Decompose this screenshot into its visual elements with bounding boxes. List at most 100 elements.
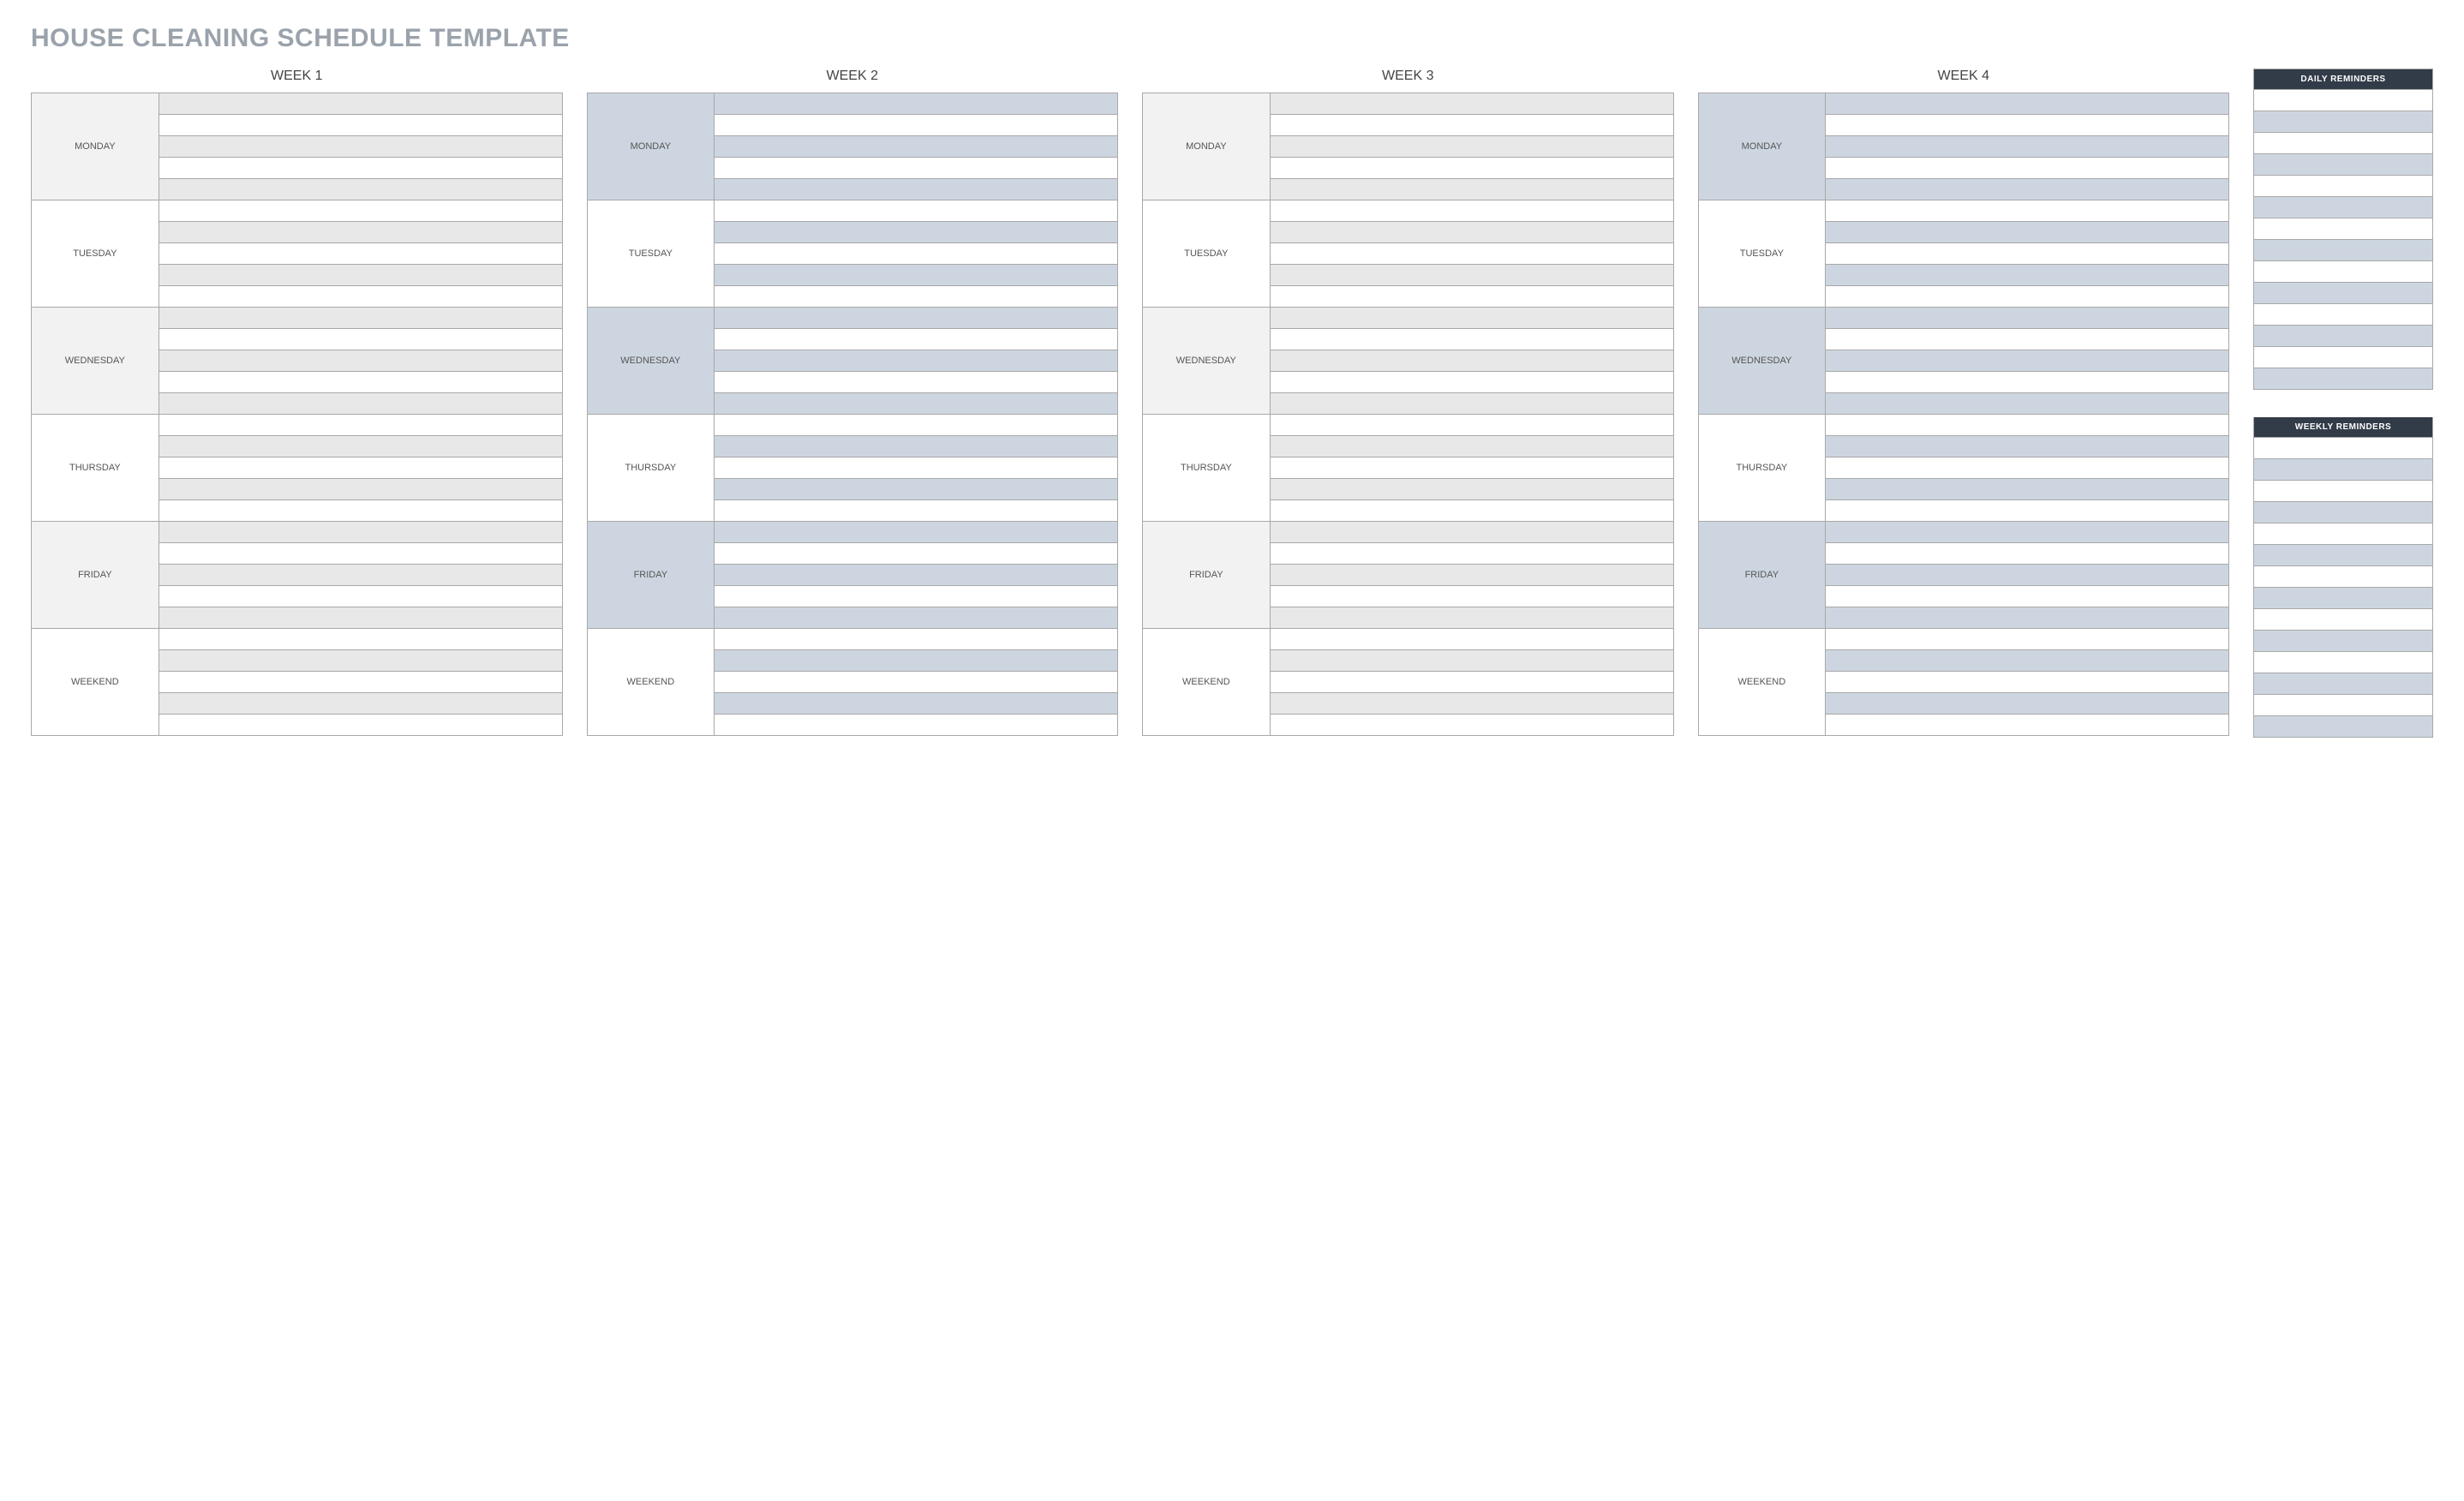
task-cell[interactable] bbox=[1270, 543, 1673, 565]
task-cell[interactable] bbox=[1826, 672, 2229, 693]
task-cell[interactable] bbox=[1270, 415, 1673, 436]
task-cell[interactable] bbox=[1826, 436, 2229, 457]
task-cell[interactable] bbox=[1826, 543, 2229, 565]
task-cell[interactable] bbox=[158, 693, 562, 715]
task-cell[interactable] bbox=[715, 329, 1118, 350]
task-cell[interactable] bbox=[715, 308, 1118, 329]
task-cell[interactable] bbox=[715, 586, 1118, 607]
reminder-row[interactable] bbox=[2254, 132, 2432, 153]
reminder-row[interactable] bbox=[2254, 218, 2432, 239]
task-cell[interactable] bbox=[1826, 93, 2229, 115]
task-cell[interactable] bbox=[1826, 329, 2229, 350]
task-cell[interactable] bbox=[158, 200, 562, 222]
task-cell[interactable] bbox=[158, 479, 562, 500]
task-cell[interactable] bbox=[158, 543, 562, 565]
task-cell[interactable] bbox=[1270, 158, 1673, 179]
task-cell[interactable] bbox=[1826, 222, 2229, 243]
task-cell[interactable] bbox=[1826, 693, 2229, 715]
task-cell[interactable] bbox=[1826, 179, 2229, 200]
task-cell[interactable] bbox=[715, 543, 1118, 565]
task-cell[interactable] bbox=[715, 393, 1118, 415]
task-cell[interactable] bbox=[715, 415, 1118, 436]
reminder-row[interactable] bbox=[2254, 501, 2432, 523]
reminder-row[interactable] bbox=[2254, 196, 2432, 218]
task-cell[interactable] bbox=[715, 158, 1118, 179]
reminder-row[interactable] bbox=[2254, 587, 2432, 608]
task-cell[interactable] bbox=[158, 179, 562, 200]
task-cell[interactable] bbox=[1270, 350, 1673, 372]
task-cell[interactable] bbox=[1826, 479, 2229, 500]
reminder-row[interactable] bbox=[2254, 544, 2432, 565]
task-cell[interactable] bbox=[715, 629, 1118, 650]
task-cell[interactable] bbox=[1826, 350, 2229, 372]
reminder-row[interactable] bbox=[2254, 111, 2432, 132]
task-cell[interactable] bbox=[1826, 393, 2229, 415]
task-cell[interactable] bbox=[158, 650, 562, 672]
reminder-row[interactable] bbox=[2254, 673, 2432, 694]
task-cell[interactable] bbox=[715, 200, 1118, 222]
task-cell[interactable] bbox=[715, 693, 1118, 715]
task-cell[interactable] bbox=[715, 93, 1118, 115]
task-cell[interactable] bbox=[1826, 372, 2229, 393]
task-cell[interactable] bbox=[158, 522, 562, 543]
task-cell[interactable] bbox=[1270, 393, 1673, 415]
task-cell[interactable] bbox=[1826, 136, 2229, 158]
task-cell[interactable] bbox=[1826, 457, 2229, 479]
task-cell[interactable] bbox=[715, 522, 1118, 543]
task-cell[interactable] bbox=[158, 350, 562, 372]
reminder-row[interactable] bbox=[2254, 368, 2432, 389]
reminder-row[interactable] bbox=[2254, 715, 2432, 737]
task-cell[interactable] bbox=[1826, 650, 2229, 672]
reminder-row[interactable] bbox=[2254, 630, 2432, 651]
task-cell[interactable] bbox=[1826, 715, 2229, 736]
task-cell[interactable] bbox=[1270, 650, 1673, 672]
task-cell[interactable] bbox=[1826, 565, 2229, 586]
task-cell[interactable] bbox=[1270, 329, 1673, 350]
reminder-row[interactable] bbox=[2254, 651, 2432, 673]
task-cell[interactable] bbox=[1270, 457, 1673, 479]
task-cell[interactable] bbox=[1826, 265, 2229, 286]
task-cell[interactable] bbox=[158, 565, 562, 586]
task-cell[interactable] bbox=[1270, 265, 1673, 286]
task-cell[interactable] bbox=[715, 350, 1118, 372]
reminder-row[interactable] bbox=[2254, 260, 2432, 282]
task-cell[interactable] bbox=[1270, 308, 1673, 329]
task-cell[interactable] bbox=[715, 286, 1118, 308]
task-cell[interactable] bbox=[715, 136, 1118, 158]
task-cell[interactable] bbox=[158, 629, 562, 650]
task-cell[interactable] bbox=[715, 715, 1118, 736]
task-cell[interactable] bbox=[1270, 222, 1673, 243]
reminder-row[interactable] bbox=[2254, 346, 2432, 368]
task-cell[interactable] bbox=[1826, 522, 2229, 543]
reminder-row[interactable] bbox=[2254, 694, 2432, 715]
reminder-row[interactable] bbox=[2254, 608, 2432, 630]
task-cell[interactable] bbox=[1826, 286, 2229, 308]
task-cell[interactable] bbox=[1826, 200, 2229, 222]
task-cell[interactable] bbox=[715, 565, 1118, 586]
task-cell[interactable] bbox=[1270, 693, 1673, 715]
task-cell[interactable] bbox=[1270, 607, 1673, 629]
task-cell[interactable] bbox=[1270, 479, 1673, 500]
task-cell[interactable] bbox=[158, 672, 562, 693]
task-cell[interactable] bbox=[158, 115, 562, 136]
task-cell[interactable] bbox=[715, 115, 1118, 136]
reminder-row[interactable] bbox=[2254, 480, 2432, 501]
task-cell[interactable] bbox=[1270, 715, 1673, 736]
task-cell[interactable] bbox=[715, 179, 1118, 200]
task-cell[interactable] bbox=[715, 457, 1118, 479]
task-cell[interactable] bbox=[158, 393, 562, 415]
task-cell[interactable] bbox=[158, 136, 562, 158]
task-cell[interactable] bbox=[1270, 565, 1673, 586]
task-cell[interactable] bbox=[715, 436, 1118, 457]
task-cell[interactable] bbox=[158, 93, 562, 115]
task-cell[interactable] bbox=[158, 457, 562, 479]
task-cell[interactable] bbox=[715, 672, 1118, 693]
task-cell[interactable] bbox=[158, 308, 562, 329]
task-cell[interactable] bbox=[158, 222, 562, 243]
reminder-row[interactable] bbox=[2254, 565, 2432, 587]
task-cell[interactable] bbox=[1826, 158, 2229, 179]
task-cell[interactable] bbox=[158, 607, 562, 629]
task-cell[interactable] bbox=[1826, 243, 2229, 265]
task-cell[interactable] bbox=[1826, 629, 2229, 650]
task-cell[interactable] bbox=[158, 586, 562, 607]
